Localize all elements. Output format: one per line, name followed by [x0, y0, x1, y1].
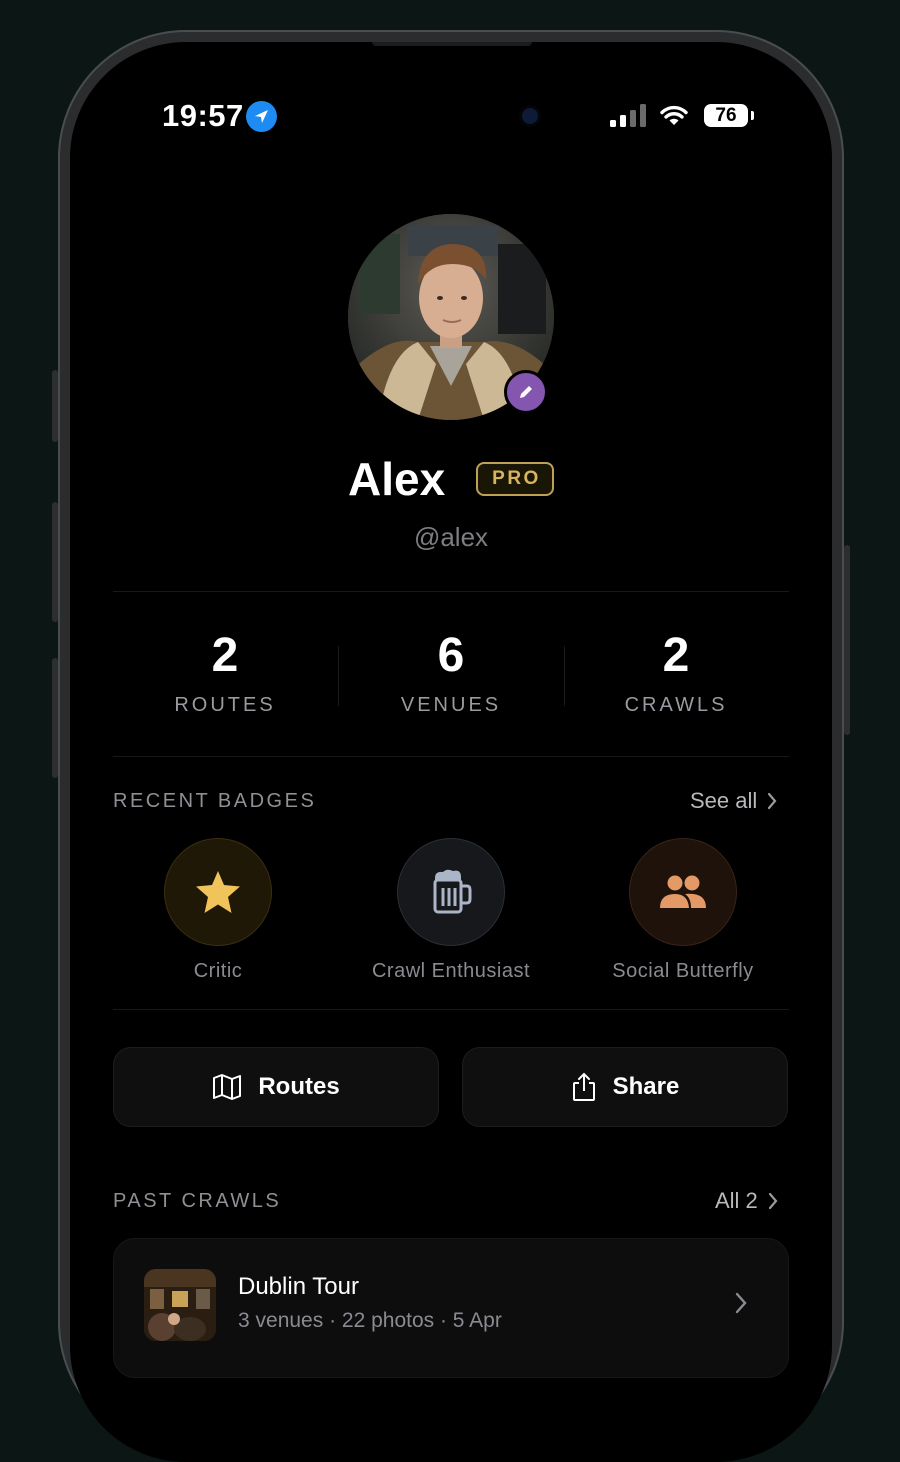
star-icon — [196, 871, 240, 913]
screen: 19:57 76 Alex PRO @alex 2 ROUTES 6 VENUE… — [70, 42, 832, 1462]
share-button[interactable]: Share — [462, 1047, 788, 1127]
recent-badges-title: RECENT BADGES — [113, 790, 317, 812]
divider — [113, 1009, 789, 1010]
crawl-meta: 3 venues · 22 photos · 5 Apr — [238, 1309, 502, 1332]
chevron-right-icon — [768, 792, 777, 810]
map-icon — [213, 1074, 242, 1100]
stat-value: 2 — [662, 629, 690, 682]
badge-critic[interactable]: Critic — [108, 838, 328, 983]
stat-value: 6 — [437, 629, 465, 682]
stat-label: ROUTES — [174, 694, 276, 716]
side-button — [52, 370, 58, 442]
divider — [113, 756, 789, 757]
cellular-signal-icon — [610, 104, 646, 133]
crawl-thumbnail — [144, 1269, 216, 1341]
battery-icon: 76 — [704, 104, 748, 127]
badge-social-butterfly[interactable]: Social Butterfly — [573, 838, 793, 983]
badge-crawl-enthusiast[interactable]: Crawl Enthusiast — [341, 838, 561, 983]
share-icon — [572, 1072, 595, 1101]
badge-label: Critic — [193, 960, 243, 982]
stat-crawls[interactable]: 2 CRAWLS — [564, 626, 788, 717]
stat-label: CRAWLS — [624, 694, 728, 716]
all-crawls-label: All 2 — [715, 1188, 758, 1213]
profile-handle: @alex — [413, 522, 489, 552]
stat-venues[interactable]: 6 VENUES — [339, 626, 563, 717]
people-icon — [660, 875, 706, 908]
see-all-label: See all — [690, 788, 758, 813]
all-crawls-link[interactable]: All 2 — [715, 1188, 778, 1214]
stat-value: 2 — [211, 629, 239, 682]
wifi-icon — [660, 104, 688, 131]
crawl-card[interactable]: Dublin Tour 3 venues · 22 photos · 5 Apr — [113, 1238, 789, 1378]
badge-label: Social Butterfly — [612, 960, 754, 982]
edit-avatar-button[interactable] — [504, 370, 548, 414]
battery-tip — [751, 111, 754, 120]
location-arrow-icon — [246, 101, 277, 132]
speaker-slot — [372, 42, 532, 46]
routes-button-label: Routes — [258, 1073, 340, 1100]
divider — [113, 591, 789, 592]
status-time: 19:57 — [162, 98, 244, 133]
see-all-badges-link[interactable]: See all — [690, 788, 777, 814]
pro-badge: PRO — [476, 462, 554, 496]
badge-circle — [397, 838, 505, 946]
chevron-right-icon — [735, 1292, 747, 1314]
routes-button[interactable]: Routes — [113, 1047, 439, 1127]
side-button — [844, 545, 850, 735]
past-crawls-title: PAST CRAWLS — [113, 1190, 282, 1212]
chevron-right-icon — [768, 1192, 778, 1210]
profile-name: Alex — [348, 453, 446, 505]
badge-label: Crawl Enthusiast — [371, 960, 531, 982]
beer-mug-icon — [433, 869, 472, 914]
stat-label: VENUES — [400, 694, 502, 716]
badge-circle — [164, 838, 272, 946]
share-button-label: Share — [612, 1073, 680, 1100]
side-button — [52, 502, 58, 622]
stat-routes[interactable]: 2 ROUTES — [113, 626, 337, 717]
badge-circle — [629, 838, 737, 946]
crawl-title: Dublin Tour — [238, 1273, 359, 1300]
front-camera — [522, 108, 538, 124]
pencil-icon — [520, 386, 532, 398]
side-button — [52, 658, 58, 778]
